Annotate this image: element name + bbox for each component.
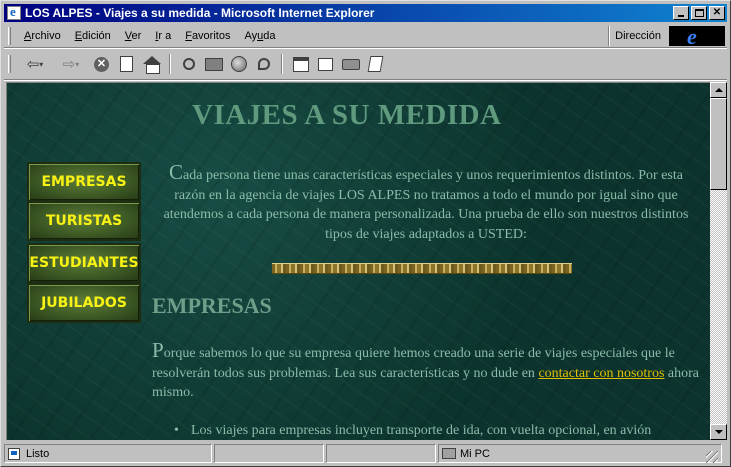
page-content[interactable]: VIAJES A SU MEDIDA EMPRESAS TURISTAS EST…	[6, 82, 710, 440]
back-icon: ⇦	[26, 56, 40, 73]
status-text: Listo	[26, 447, 50, 460]
close-icon: ✕	[712, 7, 722, 18]
status-text-cell: Listo	[4, 444, 212, 463]
scroll-up-button[interactable]	[710, 82, 727, 98]
section-initial: P	[152, 338, 164, 362]
status-bar: Listo Mi PC	[4, 444, 727, 464]
print-button[interactable]	[339, 53, 362, 75]
toolbar-grip[interactable]	[8, 55, 11, 73]
minimize-button[interactable]	[673, 6, 689, 20]
forward-icon: ⇨	[62, 56, 76, 73]
menu-favoritos[interactable]: Favoritos	[178, 30, 237, 42]
window-title: LOS ALPES - Viajes a su medida - Microso…	[25, 6, 375, 20]
address-area: Dirección e	[608, 24, 725, 49]
refresh-icon	[120, 56, 133, 72]
menu-edicion[interactable]: Edición	[68, 30, 118, 42]
channels-icon	[257, 58, 270, 70]
mail-button[interactable]	[314, 53, 337, 75]
close-button[interactable]: ✕	[709, 6, 725, 20]
scroll-down-button[interactable]	[710, 424, 727, 440]
vertical-scrollbar[interactable]	[710, 82, 727, 440]
stop-icon: ✕	[94, 56, 109, 72]
contact-link[interactable]: contactar con nosotros	[538, 366, 664, 381]
forward-button[interactable]: ⇨ ▾	[54, 53, 88, 75]
menu-archivo[interactable]: Archivo	[17, 30, 68, 42]
status-zone: Mi PC	[460, 447, 490, 460]
stop-button[interactable]: ✕	[90, 53, 113, 75]
fullscreen-button[interactable]	[289, 53, 312, 75]
status-cell-empty-2	[326, 444, 436, 463]
bullet-text: Los viajes para empresas incluyen transp…	[191, 423, 652, 438]
maximize-button[interactable]	[691, 6, 707, 20]
maximize-icon	[695, 9, 704, 17]
search-button[interactable]	[177, 53, 200, 75]
home-icon	[142, 56, 161, 74]
history-button[interactable]	[227, 53, 250, 75]
scroll-thumb[interactable]	[710, 98, 727, 190]
menu-grip[interactable]	[8, 27, 11, 45]
ie-logo-icon: e	[669, 24, 725, 49]
nav-jubilados-button[interactable]: JUBILADOS	[27, 283, 141, 323]
list-item: Los viajes para empresas incluyen transp…	[174, 423, 707, 439]
nav-empresas-button[interactable]: EMPRESAS	[27, 162, 141, 202]
fullscreen-icon	[292, 56, 309, 72]
back-button[interactable]: ⇦ ▾	[18, 53, 52, 75]
toolbar-separator-line	[4, 79, 727, 81]
edit-button[interactable]	[364, 53, 387, 75]
channels-button[interactable]	[252, 53, 275, 75]
toolbar-separator	[281, 54, 283, 74]
intro-paragraph: Cada persona tiene unas características …	[157, 160, 695, 244]
browser-window: LOS ALPES - Viajes a su medida - Microso…	[0, 0, 731, 467]
nav-turistas-button[interactable]: TURISTAS	[27, 201, 141, 241]
section-title-empresas: EMPRESAS	[152, 293, 272, 318]
resize-grip[interactable]	[706, 450, 718, 463]
ie-page-icon[interactable]	[7, 4, 21, 20]
history-icon	[230, 56, 247, 72]
menu-ver[interactable]: Ver	[118, 30, 149, 42]
refresh-button[interactable]	[115, 53, 138, 75]
intro-text: ada persona tiene unas características e…	[163, 168, 689, 242]
gold-divider	[272, 263, 572, 274]
nav-estudiantes-button[interactable]: ESTUDIANTES	[27, 243, 141, 283]
toolbar-separator	[169, 54, 171, 74]
page-title: VIAJES A SU MEDIDA	[192, 99, 502, 131]
mail-icon	[318, 57, 333, 71]
print-icon	[341, 58, 360, 70]
toolbar: ⇦ ▾ ⇨ ▾ ✕	[4, 50, 727, 78]
search-icon	[182, 58, 195, 70]
edit-icon	[367, 56, 384, 72]
menu-ayuda[interactable]: Ayuda	[237, 30, 282, 42]
status-zone-cell: Mi PC	[438, 444, 722, 463]
intro-initial: C	[169, 160, 184, 184]
favorites-button[interactable]	[202, 53, 225, 75]
page-status-icon	[8, 447, 20, 460]
menu-separator	[4, 47, 727, 49]
title-bar[interactable]: LOS ALPES - Viajes a su medida - Microso…	[4, 4, 727, 22]
status-cell-empty-1	[214, 444, 324, 463]
address-label[interactable]: Dirección	[608, 26, 667, 46]
section-paragraph: Porque sabemos lo que su empresa quiere …	[152, 338, 700, 403]
home-button[interactable]	[140, 53, 163, 75]
minimize-icon	[678, 15, 684, 17]
computer-icon	[442, 448, 456, 459]
favorites-icon	[204, 57, 223, 71]
menu-bar: Archivo Edición Ver Ir a Favoritos Ayuda…	[4, 24, 727, 49]
menu-ir-a[interactable]: Ir a	[148, 30, 178, 42]
